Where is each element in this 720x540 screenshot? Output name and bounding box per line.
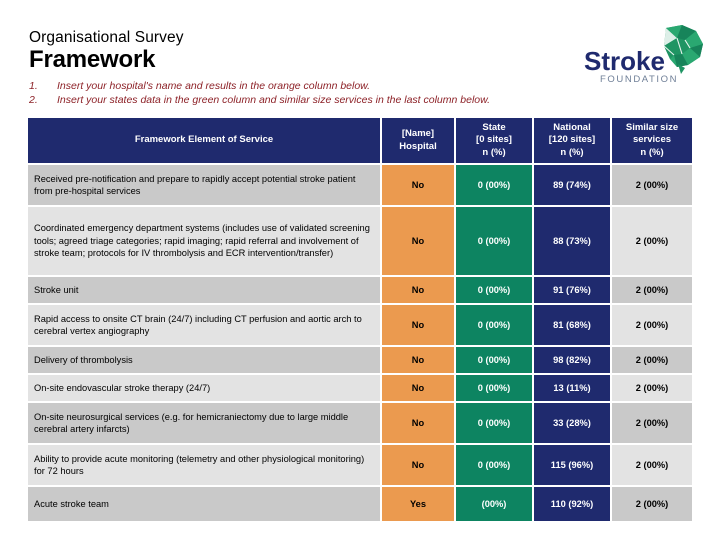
cell-national-value[interactable]: 91 (76%) [534,277,610,303]
table-row: On-site neurosurgical services (e.g. for… [28,403,692,443]
cell-similar-value[interactable]: 2 (00%) [612,347,692,373]
column-header-state-line2: [0 sites] [476,134,512,146]
brain-mark-icon [663,25,703,74]
instruction-number: 1. [29,80,38,92]
cell-hospital-value[interactable]: No [382,277,454,303]
cell-state-value[interactable]: 0 (00%) [456,165,532,205]
instructions-list: 1. Insert your hospital's name and resul… [29,80,649,107]
framework-table: Framework Element of Service [Name] Hosp… [28,118,692,523]
cell-similar-value[interactable]: 2 (00%) [612,305,692,345]
column-header-hospital-line1: [Name] [401,128,435,139]
instruction-text: Insert your hospital's name and results … [57,80,371,92]
table-row: Delivery of thrombolysis No 0 (00%) 98 (82%… [28,347,692,373]
title-block: Organisational Survey Framework [29,28,184,73]
cell-similar-value[interactable]: 2 (00%) [612,165,692,205]
cell-national-value[interactable]: 81 (68%) [534,305,610,345]
cell-national-value[interactable]: 110 (92%) [534,487,610,521]
cell-framework-element: Received pre-notification and prepare to… [28,165,380,205]
instruction-number: 2. [29,93,38,106]
cell-framework-element: Coordinated emergency department systems… [28,207,380,275]
cell-national-value[interactable]: 98 (82%) [534,347,610,373]
column-header-similar: Similar size services n (%) [612,118,692,163]
cell-hospital-value[interactable]: No [382,207,454,275]
cell-state-value[interactable]: 0 (00%) [456,207,532,275]
instruction-item: 1. Insert your hospital's name and resul… [29,80,649,94]
cell-similar-value[interactable]: 2 (00%) [612,207,692,275]
column-header-similar-line3: n (%) [640,146,664,158]
instruction-item: 2. Insert your states data in the green … [29,94,649,108]
cell-state-value[interactable]: (00%) [456,487,532,521]
cell-framework-element: Stroke unit [28,277,380,303]
cell-hospital-value[interactable]: No [382,445,454,485]
column-header-similar-line1: Similar size [625,121,679,133]
table-row: Received pre-notification and prepare to… [28,165,692,205]
logo-wordmark: Stroke [584,46,665,76]
column-header-state-line3: n (%) [482,146,506,158]
cell-hospital-value[interactable]: No [382,305,454,345]
cell-national-value[interactable]: 13 (11%) [534,375,610,401]
cell-state-value[interactable]: 0 (00%) [456,305,532,345]
table-row: On-site endovascular stroke therapy (24/… [28,375,692,401]
cell-national-value[interactable]: 115 (96%) [534,445,610,485]
column-header-element-label: Framework Element of Service [134,134,274,146]
cell-hospital-value[interactable]: No [382,165,454,205]
column-header-hospital: [Name] Hospital [382,118,454,163]
column-header-state-line1: State [482,121,506,133]
page-subtitle: Organisational Survey [29,29,184,46]
table-row: Rapid access to onsite CT brain (24/7) i… [28,305,692,345]
cell-national-value[interactable]: 33 (28%) [534,403,610,443]
cell-state-value[interactable]: 0 (00%) [456,445,532,485]
column-header-national-line2: [120 sites] [548,134,596,146]
cell-framework-element: Rapid access to onsite CT brain (24/7) i… [28,305,380,345]
logo-svg: Stroke FOUNDATION [584,25,703,85]
cell-framework-element: Acute stroke team [28,487,380,521]
table-row: Coordinated emergency department systems… [28,207,692,275]
column-header-hospital-line2: Hospital [399,140,437,152]
cell-state-value[interactable]: 0 (00%) [456,403,532,443]
column-header-national-line3: n (%) [560,146,584,158]
cell-national-value[interactable]: 89 (74%) [534,165,610,205]
instruction-text: Insert your states data in the green col… [57,93,491,106]
stroke-foundation-logo: Stroke FOUNDATION [582,24,708,92]
column-header-national-line1: National [553,121,591,133]
column-header-similar-line2: services [632,134,672,146]
cell-state-value[interactable]: 0 (00%) [456,277,532,303]
cell-hospital-value[interactable]: No [382,347,454,373]
cell-similar-value[interactable]: 2 (00%) [612,487,692,521]
table-row: Ability to provide acute monitoring (tel… [28,445,692,485]
cell-hospital-value[interactable]: No [382,375,454,401]
cell-national-value[interactable]: 88 (73%) [534,207,610,275]
cell-framework-element: On-site endovascular stroke therapy (24/… [28,375,380,401]
table-row: Stroke unit No 0 (00%) 91 (76%) 2 (00%) [28,277,692,303]
cell-hospital-value[interactable]: No [382,403,454,443]
cell-state-value[interactable]: 0 (00%) [456,375,532,401]
cell-framework-element: Ability to provide acute monitoring (tel… [28,445,380,485]
cell-similar-value[interactable]: 2 (00%) [612,277,692,303]
cell-hospital-value[interactable]: Yes [382,487,454,521]
column-header-state: State [0 sites] n (%) [456,118,532,163]
cell-similar-value[interactable]: 2 (00%) [612,403,692,443]
page-header: Organisational Survey Framework 1. Inser… [0,0,720,112]
logo-subtext: FOUNDATION [600,74,678,85]
column-header-national: National [120 sites] n (%) [534,118,610,163]
cell-similar-value[interactable]: 2 (00%) [612,375,692,401]
page-title: Framework [29,46,156,73]
column-header-element: Framework Element of Service [28,118,380,163]
cell-similar-value[interactable]: 2 (00%) [612,445,692,485]
cell-state-value[interactable]: 0 (00%) [456,347,532,373]
cell-framework-element: On-site neurosurgical services (e.g. for… [28,403,380,443]
table-body: Received pre-notification and prepare to… [28,165,692,521]
table-header-row: Framework Element of Service [Name] Hosp… [28,118,692,163]
table-row: Acute stroke team Yes (00%) 110 (92%) 2 (00%… [28,487,692,521]
cell-framework-element: Delivery of thrombolysis [28,347,380,373]
